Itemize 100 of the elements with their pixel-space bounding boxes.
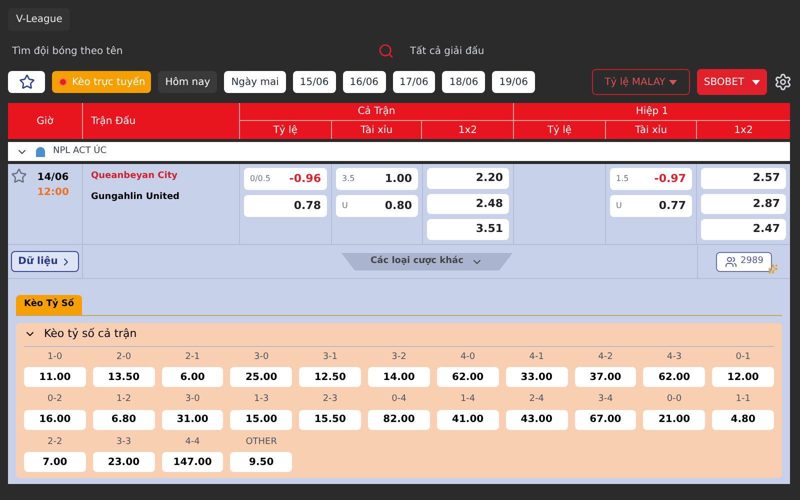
score-odds-button[interactable]: 14.00 (368, 367, 430, 388)
score-label: 4-3 (666, 350, 682, 364)
more-bets-tab[interactable]: Các loại cược khác (341, 252, 513, 270)
score-odds-button[interactable]: 25.00 (230, 367, 292, 388)
score-odds-button[interactable]: 67.00 (574, 410, 636, 430)
odds-cell[interactable]: 2.57 (701, 168, 786, 189)
date-button[interactable]: Ngày mai (224, 71, 286, 93)
odds-cell[interactable]: 2.47 (701, 219, 786, 240)
caret-icon (669, 80, 678, 84)
score-odds-button[interactable]: 15.00 (230, 410, 292, 430)
bookmaker-dropdown[interactable]: SBOBET (697, 69, 767, 95)
score-odds-button[interactable]: 147.00 (162, 452, 224, 472)
odds-cell[interactable]: 2.48 (427, 194, 509, 214)
favorites-button[interactable] (8, 71, 45, 93)
date-button[interactable]: 17/06 (392, 71, 436, 93)
section-title: Kèo tỷ số cả trận (44, 326, 137, 342)
score-odds-button[interactable]: 23.00 (92, 452, 155, 472)
odds-line: 0/0.5 (250, 173, 271, 185)
score-odds-button[interactable]: 21.00 (643, 410, 706, 430)
odds-value: 2.47 (752, 221, 780, 238)
score-odds-button[interactable]: 31.00 (162, 410, 224, 430)
odds-value: 0.80 (384, 198, 412, 214)
score-odds-button[interactable]: 62.00 (436, 367, 499, 388)
score-odds-button[interactable]: 6.80 (92, 410, 155, 430)
odds-line: 3.5 (342, 173, 355, 185)
score-odds-button[interactable]: 4.80 (712, 410, 774, 430)
date-button[interactable]: Hôm nay (158, 71, 218, 93)
home-team: Queanbeyan City (91, 170, 179, 183)
search-icon[interactable] (378, 43, 394, 59)
odds-value: 2.87 (752, 196, 780, 212)
score-odds-button[interactable]: 11.00 (24, 367, 86, 388)
league-tab[interactable]: V-League (8, 8, 70, 31)
score-odds-button[interactable]: 7.00 (24, 452, 86, 472)
odds-cell[interactable]: 0/0.5 -0.96 (244, 168, 327, 190)
odds-value: 3.51 (476, 221, 503, 238)
odds-value: 2.20 (476, 170, 503, 186)
score-label: 3-0 (185, 393, 200, 406)
odds-type-dropdown[interactable]: Tỷ lệ MALAY (592, 69, 690, 95)
odds-cell[interactable]: U 0.77 (610, 195, 692, 217)
score-label: 3-3 (116, 436, 132, 449)
score-label: 4-0 (460, 350, 476, 364)
column-header: 1x2 (733, 124, 754, 138)
score-odds-button[interactable]: 43.00 (506, 410, 568, 430)
score-odds-button[interactable]: 41.00 (436, 410, 499, 430)
score-odds-button[interactable]: 12.50 (299, 367, 362, 388)
score-odds-button[interactable]: 33.00 (506, 367, 568, 388)
odds-value: 0.77 (658, 198, 686, 214)
odds-cell[interactable]: 1.5 -0.97 (610, 168, 692, 190)
score-label: 2-2 (48, 436, 62, 449)
score-odds-button[interactable]: 9.50 (230, 452, 292, 472)
score-odds-button[interactable]: 12.00 (712, 367, 774, 388)
favorite-star-icon[interactable] (11, 168, 27, 184)
caret-icon (752, 80, 760, 84)
score-odds-button[interactable]: 62.00 (643, 367, 706, 388)
score-label: 3-0 (254, 350, 269, 364)
score-label: 4-4 (185, 436, 200, 449)
column-group-header: Hiệp 1 (514, 103, 790, 121)
data-button[interactable]: Dữ liệu (11, 251, 79, 272)
score-odds-button[interactable]: 13.50 (92, 367, 155, 388)
score-label: 1-2 (116, 393, 132, 406)
users-icon (724, 256, 737, 268)
score-label: 2-3 (322, 393, 338, 406)
odds-cell[interactable]: 3.5 1.00 (336, 168, 418, 190)
viewers-button[interactable]: 2989 (716, 252, 772, 272)
odds-cell[interactable]: 3.51 (427, 219, 509, 240)
score-odds-button[interactable]: 37.00 (574, 367, 636, 388)
score-odds-tab[interactable]: Kèo Tỷ Số (16, 294, 82, 315)
date-button[interactable]: 16/06 (342, 71, 386, 93)
score-odds-button[interactable]: 16.00 (24, 410, 86, 430)
score-label: 1-1 (736, 393, 750, 406)
odds-cell[interactable]: U 0.80 (336, 195, 418, 217)
score-odds-button[interactable]: 6.00 (162, 367, 224, 388)
score-label: 1-4 (460, 393, 476, 406)
score-label: 3-4 (598, 393, 613, 406)
date-button[interactable]: 18/06 (442, 71, 486, 93)
score-label: 0-4 (392, 393, 406, 406)
odds-cell[interactable]: 0.78 (244, 195, 327, 217)
league-name: NPL ACT ÚC (53, 144, 107, 158)
odds-value: 2.48 (476, 196, 503, 212)
odds-cell[interactable]: 2.87 (701, 194, 786, 214)
star-icon (18, 74, 34, 90)
date-button[interactable]: 15/06 (292, 71, 336, 93)
odds-value: -0.96 (289, 170, 321, 187)
score-odds-button[interactable]: 82.00 (368, 410, 430, 430)
odds-value: -0.97 (654, 170, 686, 187)
search-field[interactable]: Tìm đội bóng theo tên (12, 44, 312, 58)
date-button[interactable]: 19/06 (492, 71, 536, 93)
score-label: 0-0 (666, 393, 682, 406)
score-label: 0-2 (48, 393, 62, 406)
score-label: 4-1 (529, 350, 544, 364)
score-label: 2-4 (529, 393, 544, 406)
score-odds-button[interactable]: 15.50 (299, 410, 362, 430)
score-label: 1-3 (254, 393, 269, 406)
match-time: 12:00 (37, 186, 69, 200)
column-header: 1x2 (457, 124, 478, 138)
column-group-header: Cả Trận (240, 103, 513, 121)
settings-icon[interactable] (774, 73, 792, 91)
odds-cell[interactable]: 2.20 (427, 168, 509, 189)
league-icon (36, 146, 45, 156)
league-filter[interactable]: Tất cả giải đấu (410, 44, 484, 58)
